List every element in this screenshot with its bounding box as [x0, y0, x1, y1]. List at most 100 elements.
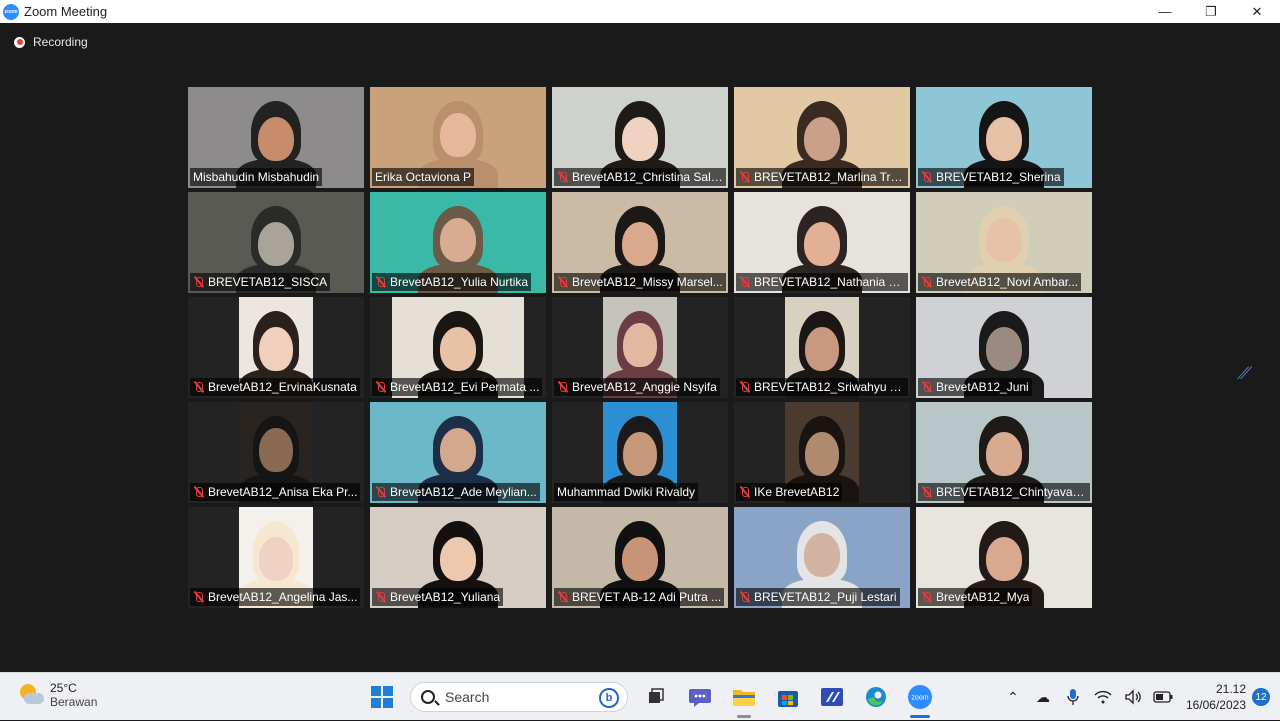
chevron-up-icon[interactable]: ⌃ [1001, 685, 1025, 709]
notification-badge[interactable]: 12 [1252, 688, 1270, 706]
task-view-button[interactable] [639, 681, 673, 713]
participant-name-tag: BrevetAB12_Missy Marsel... [554, 273, 726, 291]
mic-muted-icon [557, 171, 569, 183]
participant-name: BREVETAB12_Sriwahyu Tj... [754, 380, 905, 394]
participant-tile[interactable]: BREVETAB12_Sherina [916, 87, 1092, 188]
wifi-icon[interactable] [1091, 685, 1115, 709]
participant-tile[interactable]: BREVETAB12_Puji Lestari [734, 507, 910, 608]
window-title: Zoom Meeting [24, 4, 108, 19]
participant-tile[interactable]: IKe BrevetAB12 [734, 402, 910, 503]
microphone-glyph [1067, 689, 1079, 705]
microsoft-store-icon [778, 691, 798, 707]
participant-name-tag: BrevetAB12_Mya [918, 588, 1033, 606]
participant-name-tag: BREVETAB12_Sherina [918, 168, 1064, 186]
participant-name: BREVETAB12_Chintyavan... [936, 485, 1087, 499]
participant-tile[interactable]: BrevetAB12_Mya [916, 507, 1092, 608]
mic-muted-icon [193, 486, 205, 498]
recording-label: Recording [33, 35, 88, 49]
partly-cloudy-icon [18, 682, 44, 708]
participant-tile[interactable]: BrevetAB12_Missy Marsel... [552, 192, 728, 293]
mic-muted-icon [557, 591, 569, 603]
participant-name-tag: BREVETAB12_Puji Lestari [736, 588, 900, 606]
participant-name-tag: BrevetAB12_Angelina Jas... [190, 588, 361, 606]
participant-tile[interactable]: BREVET AB-12 Adi Putra ... [552, 507, 728, 608]
participant-name: BrevetAB12_Angelina Jas... [208, 590, 358, 604]
participant-tile[interactable]: BREVETAB12_SISCA [188, 192, 364, 293]
mic-muted-icon [375, 381, 387, 393]
bing-icon[interactable]: b [599, 688, 619, 708]
volume-glyph [1125, 689, 1141, 705]
running-indicator [737, 715, 751, 718]
participant-name: Erika Octaviona P [375, 170, 472, 184]
microphone-icon[interactable] [1061, 685, 1085, 709]
gallery-grid: Misbahudin Misbahudin Erika Octaviona P Br… [188, 87, 1092, 608]
system-tray: ⌃ ☁ 21.12 16/06/2023 12 [998, 673, 1280, 721]
participant-name: BREVET AB-12 Adi Putra ... [572, 590, 722, 604]
participant-tile[interactable]: BrevetAB12_Juni [916, 297, 1092, 398]
participant-name: BrevetAB12_Evi Permata ... [390, 380, 540, 394]
file-explorer-icon [733, 690, 755, 706]
windows-logo-icon [371, 686, 393, 708]
participant-tile[interactable]: BREVETAB12_Marlina Trip... [734, 87, 910, 188]
search-icon [421, 690, 435, 704]
participant-name: BREVETAB12_Marlina Trip... [754, 170, 905, 184]
participant-name: BrevetAB12_Yulia Nurtika [390, 275, 529, 289]
close-button[interactable]: ✕ [1234, 0, 1280, 23]
participant-tile[interactable]: BrevetAB12_Angelina Jas... [188, 507, 364, 608]
participant-tile[interactable]: BREVETAB12_Sriwahyu Tj... [734, 297, 910, 398]
clock-date: 16/06/2023 [1185, 698, 1246, 712]
participant-name: BREVETAB12_Sherina [936, 170, 1061, 184]
participant-name: BrevetAB12_Mya [936, 590, 1030, 604]
participant-name-tag: BREVETAB12_Chintyavan... [918, 483, 1090, 501]
file-explorer-button[interactable] [727, 681, 761, 718]
participant-name-tag: BREVETAB12_Nathania Jun... [736, 273, 908, 291]
participant-name-tag: BREVETAB12_Marlina Trip... [736, 168, 908, 186]
mic-muted-icon [739, 591, 751, 603]
participant-tile[interactable]: BREVETAB12_Nathania Jun... [734, 192, 910, 293]
taskbar-search[interactable]: Search b [410, 682, 628, 712]
participant-name: BrevetAB12_Anggie Nsyifa [572, 380, 717, 394]
window-controls: — ❐ ✕ [1142, 0, 1280, 23]
edge-button[interactable] [859, 681, 893, 713]
participant-tile[interactable]: BrevetAB12_Ade Meylian... [370, 402, 546, 503]
taskbar-clock[interactable]: 21.12 16/06/2023 [1186, 681, 1246, 713]
participant-tile[interactable]: Erika Octaviona P [370, 87, 546, 188]
microsoft-store-button[interactable] [771, 681, 805, 713]
participant-tile[interactable]: BrevetAB12_Yulia Nurtika [370, 192, 546, 293]
participant-tile[interactable]: BrevetAB12_Christina Sali... [552, 87, 728, 188]
mic-muted-icon [921, 486, 933, 498]
battery-glyph [1153, 691, 1173, 703]
participant-tile[interactable]: Misbahudin Misbahudin [188, 87, 364, 188]
task-view-icon [649, 688, 664, 703]
weather-widget[interactable]: 25°C Berawan [18, 681, 97, 709]
zoom-taskbar-button[interactable]: zoom [903, 681, 937, 718]
participant-name-tag: BrevetAB12_ErvinaKusnata [190, 378, 360, 396]
side-panel-toggle-icon[interactable]: ∕∕ [1239, 363, 1265, 385]
battery-icon[interactable] [1151, 685, 1175, 709]
mic-muted-icon [921, 591, 933, 603]
mic-muted-icon [193, 381, 205, 393]
minimize-button[interactable]: — [1142, 0, 1188, 23]
participant-name-tag: BREVET AB-12 Adi Putra ... [554, 588, 725, 606]
wifi-glyph [1094, 690, 1112, 704]
participant-tile[interactable]: BrevetAB12_Yuliana [370, 507, 546, 608]
mic-muted-icon [375, 591, 387, 603]
recording-indicator[interactable]: Recording [14, 35, 88, 49]
participant-tile[interactable]: BREVETAB12_Chintyavan... [916, 402, 1092, 503]
weather-temperature: 25°C [50, 681, 77, 695]
teams-chat-icon [689, 689, 711, 707]
participant-tile[interactable]: BrevetAB12_Anisa Eka Pr... [188, 402, 364, 503]
teams-chat-button[interactable] [683, 681, 717, 713]
participant-tile[interactable]: BrevetAB12_Anggie Nsyifa [552, 297, 728, 398]
visual-studio-button[interactable] [815, 681, 849, 713]
onedrive-icon[interactable]: ☁ [1031, 685, 1055, 709]
start-button[interactable] [365, 681, 399, 713]
volume-icon[interactable] [1121, 685, 1145, 709]
participant-tile[interactable]: Muhammad Dwiki Rivaldy [552, 402, 728, 503]
restore-button[interactable]: ❐ [1188, 0, 1234, 23]
participant-tile[interactable]: BrevetAB12_Evi Permata ... [370, 297, 546, 398]
participant-tile[interactable]: BrevetAB12_Novi Ambar... [916, 192, 1092, 293]
mic-muted-icon [921, 171, 933, 183]
participant-tile[interactable]: BrevetAB12_ErvinaKusnata [188, 297, 364, 398]
participant-name: BrevetAB12_Yuliana [390, 590, 501, 604]
